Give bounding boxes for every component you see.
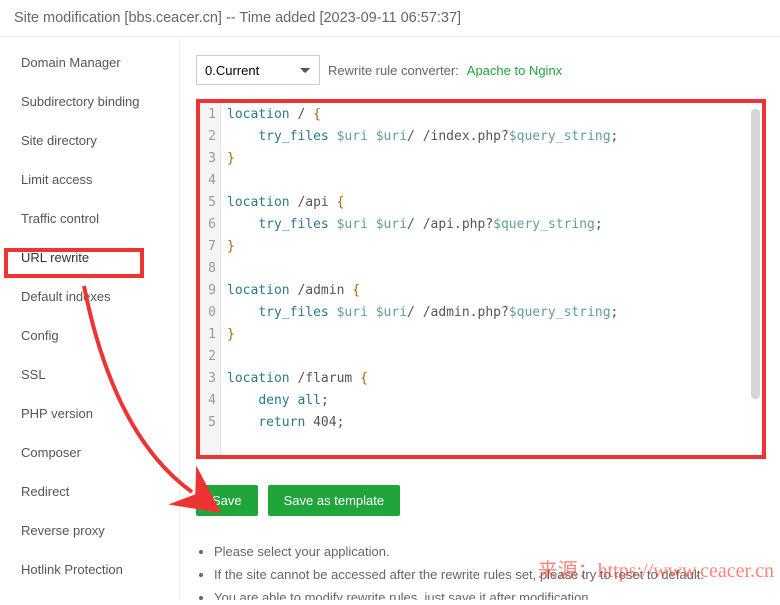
sidebar-item-limit-access[interactable]: Limit access <box>3 160 176 199</box>
sidebar-item-traffic-control[interactable]: Traffic control <box>3 199 176 238</box>
sidebar-item-url-rewrite[interactable]: URL rewrite <box>3 238 176 277</box>
sidebar-item-composer[interactable]: Composer <box>3 433 176 472</box>
notes-list: Please select your application. If the s… <box>196 544 766 600</box>
editor-gutter: 123456789012345 <box>197 100 221 458</box>
main-panel: 0.Current Rewrite rule converter: Apache… <box>180 37 780 600</box>
rewrite-template-select[interactable]: 0.Current <box>196 55 320 85</box>
sidebar-item-site-directory[interactable]: Site directory <box>3 121 176 160</box>
sidebar-item-subdirectory-binding[interactable]: Subdirectory binding <box>3 82 176 121</box>
save-as-template-button[interactable]: Save as template <box>268 485 400 516</box>
rewrite-converter-label: Rewrite rule converter: <box>328 63 459 78</box>
sidebar: Domain Manager Subdirectory binding Site… <box>0 37 180 600</box>
window-title: Site modification [bbs.ceacer.cn] -- Tim… <box>0 0 780 37</box>
editor-scrollbar[interactable] <box>751 109 760 399</box>
apache-to-nginx-link[interactable]: Apache to Nginx <box>467 63 562 78</box>
save-button[interactable]: Save <box>196 485 258 516</box>
editor-content[interactable]: location / { try_files $uri $uri/ /index… <box>221 100 765 458</box>
code-editor[interactable]: 123456789012345 location / { try_files $… <box>196 99 766 459</box>
note-item: If the site cannot be accessed after the… <box>214 567 766 582</box>
note-item: Please select your application. <box>214 544 766 559</box>
sidebar-item-default-indexes[interactable]: Default indexes <box>3 277 176 316</box>
sidebar-item-php-version[interactable]: PHP version <box>3 394 176 433</box>
sidebar-item-ssl[interactable]: SSL <box>3 355 176 394</box>
sidebar-item-reverse-proxy[interactable]: Reverse proxy <box>3 511 176 550</box>
sidebar-item-redirect[interactable]: Redirect <box>3 472 176 511</box>
note-item: You are able to modify rewrite rules, ju… <box>214 590 766 600</box>
sidebar-item-domain-manager[interactable]: Domain Manager <box>3 43 176 82</box>
sidebar-item-hotlink-protection[interactable]: Hotlink Protection <box>3 550 176 589</box>
sidebar-item-config[interactable]: Config <box>3 316 176 355</box>
